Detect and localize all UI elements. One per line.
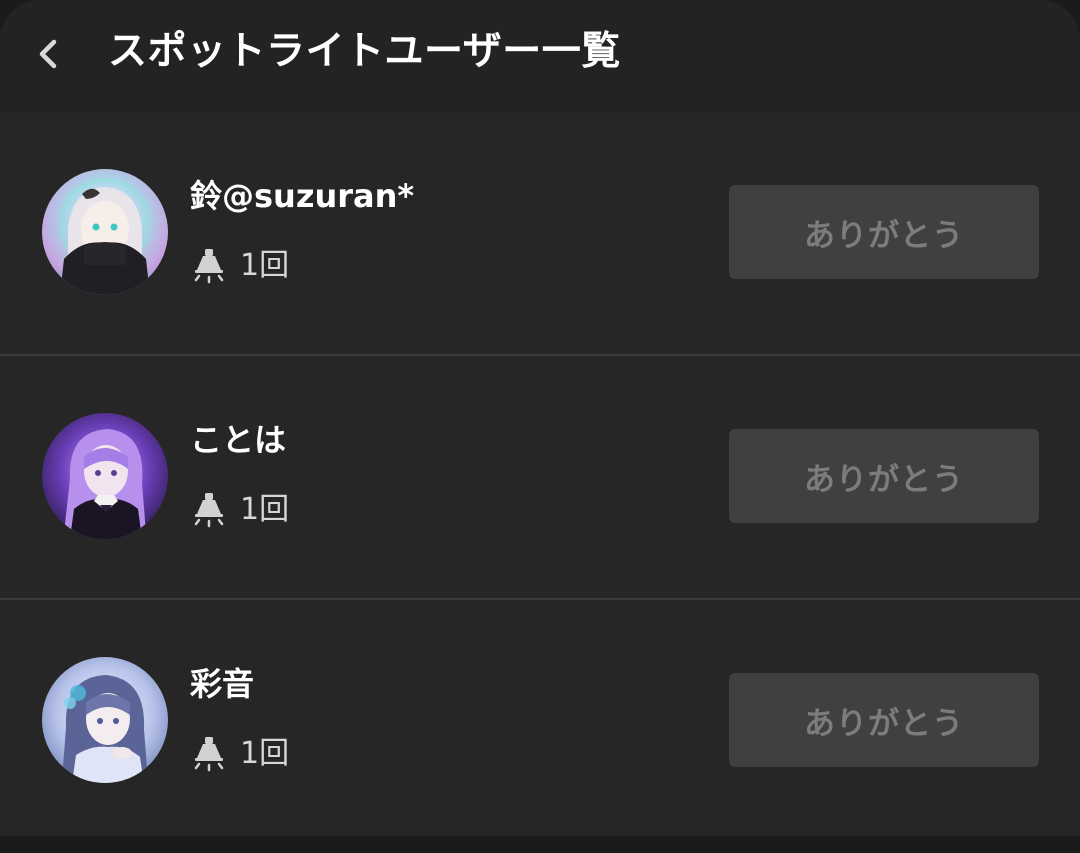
spotlight-count: 1回 <box>192 246 289 286</box>
spotlight-count: 1回 <box>192 734 289 774</box>
avatar[interactable] <box>42 169 168 295</box>
avatar[interactable] <box>42 413 168 539</box>
spotlight-icon <box>194 737 224 772</box>
count-text: 1回 <box>240 736 290 771</box>
chevron-left-icon <box>39 39 57 69</box>
thanks-button[interactable]: ありがとう <box>729 673 1039 767</box>
user-list: 鈴@suzuran* 1回 ありがとう ことは 1回 ありがとう 彩音 1回 あ… <box>0 112 1080 836</box>
spotlight-users-panel: スポットライトユーザー一覧 鈴@suzuran* 1回 ありがとう ことは 1回… <box>0 0 1080 836</box>
user-name: 彩音 <box>190 665 255 703</box>
spotlight-icon <box>194 249 224 284</box>
list-item: 彩音 1回 ありがとう <box>0 600 1080 836</box>
thanks-button[interactable]: ありがとう <box>729 185 1039 279</box>
count-text: 1回 <box>240 492 290 527</box>
user-name: ことは <box>190 421 287 459</box>
list-item: 鈴@suzuran* 1回 ありがとう <box>0 112 1080 356</box>
spotlight-count: 1回 <box>192 490 289 530</box>
avatar[interactable] <box>42 657 168 783</box>
count-text: 1回 <box>240 248 290 283</box>
list-item: ことは 1回 ありがとう <box>0 356 1080 600</box>
thanks-button[interactable]: ありがとう <box>729 429 1039 523</box>
spotlight-icon <box>194 493 224 528</box>
back-button[interactable] <box>22 28 74 80</box>
header-bar: スポットライトユーザー一覧 <box>0 0 1080 112</box>
user-name: 鈴@suzuran* <box>190 177 415 215</box>
page-title: スポットライトユーザー一覧 <box>108 29 621 74</box>
